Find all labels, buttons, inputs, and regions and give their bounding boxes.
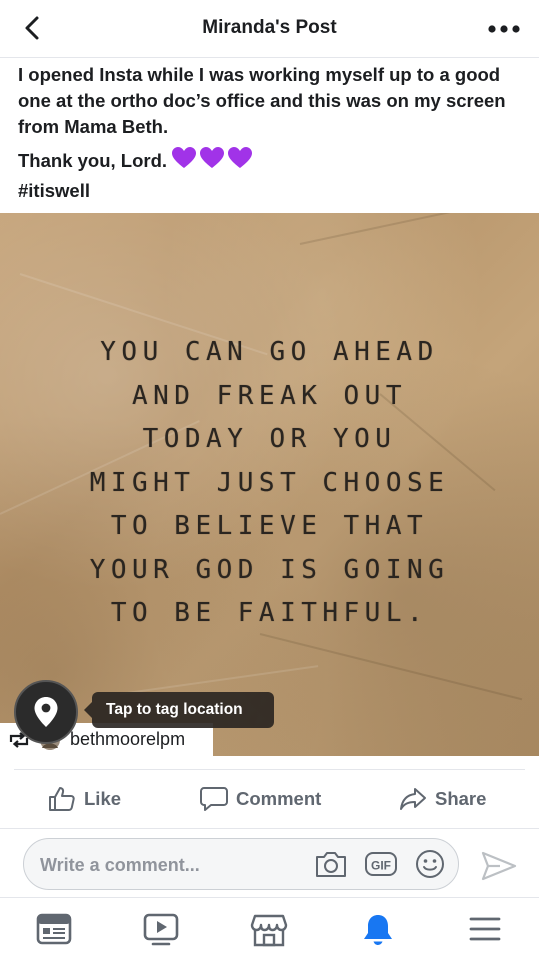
separator xyxy=(14,769,525,770)
quote-line: YOU CAN GO AHEAD xyxy=(100,337,439,367)
caption-thanks-text: Thank you, Lord. xyxy=(18,150,168,171)
watch-icon[interactable] xyxy=(142,912,180,948)
comment-composer: GIF xyxy=(23,838,459,890)
paper-crease xyxy=(259,633,523,701)
purple-hearts xyxy=(171,146,253,170)
paper-crease xyxy=(299,213,526,245)
camera-icon[interactable] xyxy=(314,848,348,880)
tag-location-button[interactable] xyxy=(14,680,78,744)
quote-line: TO BELIEVE THAT xyxy=(110,511,429,541)
post-caption: I opened Insta while I was working mysel… xyxy=(18,62,523,208)
purple-heart-icon xyxy=(228,147,253,168)
comment-label: Comment xyxy=(236,788,322,809)
page-title: Miranda's Post xyxy=(202,17,337,38)
smiley-icon[interactable] xyxy=(413,848,447,880)
comment-input[interactable] xyxy=(40,853,300,877)
repost-username: bethmoorelpm xyxy=(70,729,186,749)
svg-text:GIF: GIF xyxy=(371,859,391,873)
more-dots-icon xyxy=(488,25,520,33)
news-feed-icon[interactable] xyxy=(35,912,73,946)
bottom-tab-bar xyxy=(0,897,539,960)
gif-icon[interactable]: GIF xyxy=(364,848,398,880)
quote-line: AND FREAK OUT xyxy=(132,380,407,411)
notifications-icon[interactable] xyxy=(359,912,397,948)
caption-text: I opened Insta while I was working mysel… xyxy=(18,64,506,137)
caption-hashtag[interactable]: #itiswell xyxy=(18,178,523,204)
post-photo[interactable]: YOU CAN GO AHEAD AND FREAK OUT TODAY OR … xyxy=(0,213,539,756)
more-options-button[interactable] xyxy=(487,20,521,38)
like-button[interactable]: Like xyxy=(48,786,121,812)
marketplace-icon[interactable] xyxy=(250,912,288,948)
thumbs-up-icon xyxy=(49,787,75,811)
speech-bubble-icon xyxy=(200,787,228,811)
purple-heart-icon xyxy=(200,147,225,168)
post-actions: Like Comment Share xyxy=(0,778,539,820)
share-button[interactable]: Share xyxy=(399,786,486,812)
quote-line: MIGHT JUST CHOOSE xyxy=(89,467,450,498)
quote-line: YOUR GOD IS GOING xyxy=(89,554,450,585)
tag-location-tooltip[interactable]: Tap to tag location xyxy=(84,692,274,728)
quote-line: TO BE FAITHFUL. xyxy=(110,598,429,628)
share-arrow-icon xyxy=(400,788,426,810)
location-pin-icon xyxy=(34,697,58,727)
post-header: Miranda's Post xyxy=(0,0,539,58)
send-icon[interactable] xyxy=(480,850,518,882)
quote-line: TODAY OR YOU xyxy=(142,424,397,454)
comment-button[interactable]: Comment xyxy=(200,786,321,812)
caption-thanks-line: Thank you, Lord. xyxy=(18,146,523,174)
like-label: Like xyxy=(84,788,122,809)
separator xyxy=(0,828,539,829)
share-label: Share xyxy=(435,788,487,809)
menu-icon[interactable] xyxy=(466,912,504,946)
paper-crease xyxy=(119,665,319,695)
purple-heart-icon xyxy=(172,147,197,168)
quote-text: YOU CAN GO AHEAD AND FREAK OUT TODAY OR … xyxy=(0,331,539,636)
